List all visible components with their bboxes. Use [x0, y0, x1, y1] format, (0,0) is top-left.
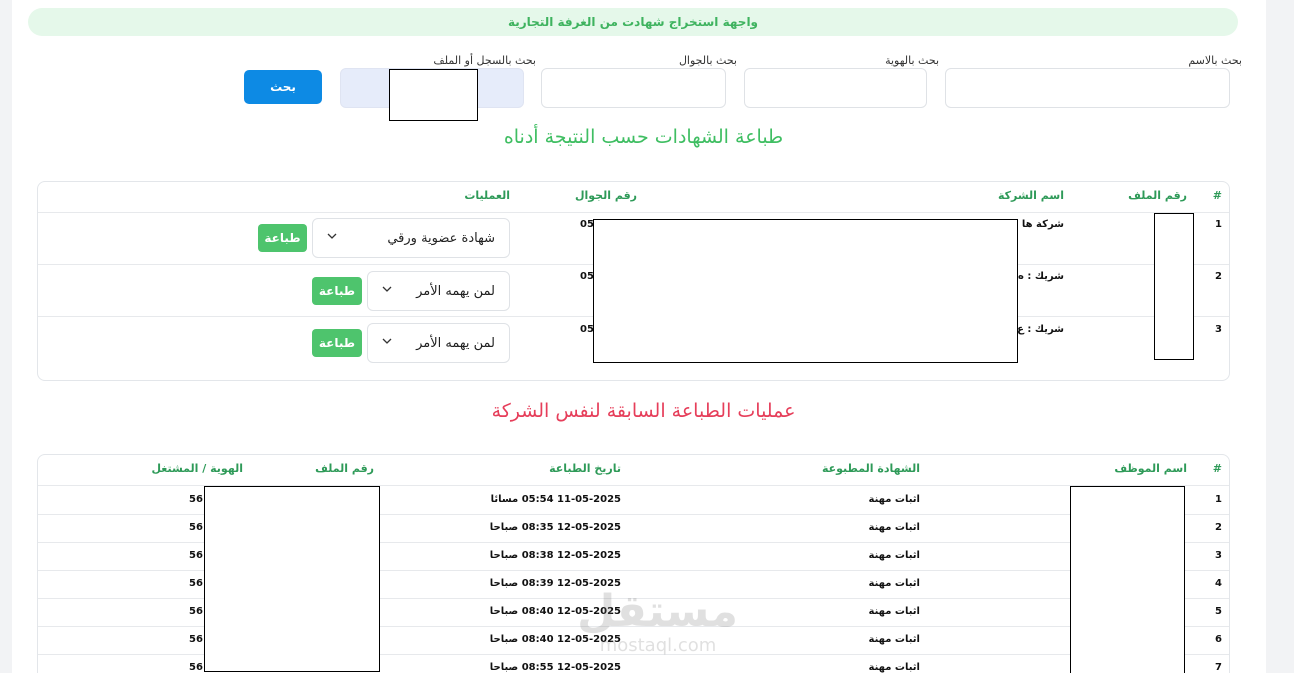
table-row-certificate: اثبات مهنة	[868, 522, 921, 533]
table-row-index: 4	[1215, 578, 1222, 589]
certificates-heading: طباعة الشهادات حسب النتيجة أدناه	[503, 126, 784, 148]
table-row-index: 3	[1215, 324, 1222, 335]
table-row-company: شريك : ع	[1017, 324, 1064, 335]
table-row-certificate: اثبات مهنة	[868, 662, 921, 673]
chevron-down-icon	[382, 286, 392, 292]
col-print-date-header: تاريخ الطباعة	[549, 462, 621, 475]
print-button[interactable]: طباعة	[312, 277, 362, 305]
col-company-header: اسم الشركة	[997, 189, 1064, 202]
table-row-id: 56	[189, 578, 203, 589]
table-row-id: 56	[189, 606, 203, 617]
table-row-id: 56	[189, 634, 203, 645]
redaction-box	[593, 219, 1018, 363]
table-row-index: 1	[1215, 494, 1222, 505]
table-row-index: 1	[1215, 219, 1222, 230]
table-row-print-date: 11-05-2025 05:54 مسائا	[490, 494, 621, 505]
redaction-box	[1154, 213, 1194, 360]
col-index-header: #	[1212, 189, 1222, 202]
table-row-mobile: 05	[580, 219, 594, 230]
table-row-certificate: اثبات مهنة	[868, 634, 921, 645]
col-file-header: رقم الملف	[315, 462, 374, 475]
search-name-label: بحث بالاسم	[1188, 54, 1242, 67]
select-value: شهادة عضوية ورقي	[387, 230, 495, 246]
table-row-print-date: 12-05-2025 08:55 صباحا	[489, 662, 621, 673]
certificate-type-select[interactable]: شهادة عضوية ورقي	[312, 218, 510, 258]
table-row-index: 2	[1215, 522, 1222, 533]
redaction-box	[389, 69, 478, 121]
table-row-company: شركة ها	[1021, 219, 1064, 230]
col-mobile-header: رقم الجوال	[574, 189, 637, 202]
table-row-index: 3	[1215, 550, 1222, 561]
main-page: واجهة استخراج شهادت من الغرفة التجارية ب…	[12, 0, 1266, 673]
table-row-certificate: اثبات مهنة	[868, 494, 921, 505]
redaction-box	[204, 486, 380, 672]
chevron-down-icon	[327, 233, 337, 239]
certificate-type-select[interactable]: لمن يهمه الأمر	[367, 271, 510, 311]
table-row-mobile: 05	[580, 324, 594, 335]
table-row-index: 5	[1215, 606, 1222, 617]
certificate-type-select[interactable]: لمن يهمه الأمر	[367, 323, 510, 363]
table-row-id: 56	[189, 522, 203, 533]
col-certificate-header: الشهادة المطبوعة	[821, 462, 920, 475]
watermark-arabic: مستقل	[577, 586, 738, 637]
print-button[interactable]: طباعة	[258, 224, 307, 252]
watermark-logo: مستقل mostaql.com	[577, 586, 738, 663]
table-row-print-date: 12-05-2025 08:38 صباحا	[489, 550, 621, 561]
search-button[interactable]: بحث	[244, 70, 322, 104]
search-mobile-input[interactable]	[541, 68, 726, 108]
table-row-index: 7	[1215, 662, 1222, 673]
table-row-certificate: اثبات مهنة	[868, 606, 921, 617]
col-id-header: الهوية / المشتغل	[151, 462, 243, 475]
watermark-latin: mostaql.com	[599, 635, 717, 656]
table-row-id: 56	[189, 550, 203, 561]
table-row-mobile: 05	[580, 271, 594, 282]
table-row-index: 6	[1215, 634, 1222, 645]
table-row-index: 2	[1215, 271, 1222, 282]
table-row-certificate: اثبات مهنة	[868, 578, 921, 589]
select-value: لمن يهمه الأمر	[416, 283, 495, 299]
print-button[interactable]: طباعة	[312, 329, 362, 357]
col-actions-header: العمليات	[464, 189, 510, 202]
search-record-label: بحث بالسجل أو الملف	[433, 54, 536, 67]
table-row-id: 56	[189, 494, 203, 505]
search-name-input[interactable]	[945, 68, 1230, 108]
col-employee-header: اسم الموظف	[1114, 462, 1187, 475]
select-value: لمن يهمه الأمر	[416, 335, 495, 351]
certificates-table: # رقم الملف اسم الشركة رقم الجوال العملي…	[37, 181, 1230, 381]
search-id-label: بحث بالهوية	[885, 54, 939, 67]
search-id-input[interactable]	[744, 68, 927, 108]
redaction-box	[1070, 486, 1185, 673]
page-banner: واجهة استخراج شهادت من الغرفة التجارية	[28, 8, 1238, 36]
table-row-print-date: 12-05-2025 08:35 صباحا	[489, 522, 621, 533]
table-row-id: 56	[189, 662, 203, 673]
row-divider	[38, 212, 1229, 213]
chevron-down-icon	[382, 338, 392, 344]
table-row-certificate: اثبات مهنة	[868, 550, 921, 561]
history-heading: عمليات الطباعة السابقة لنفس الشركة	[491, 400, 796, 422]
search-mobile-label: بحث بالجوال	[678, 54, 737, 67]
col-index-header: #	[1212, 462, 1222, 475]
col-file-header: رقم الملف	[1128, 189, 1187, 202]
table-row-company: شريك : ه	[1018, 271, 1064, 282]
